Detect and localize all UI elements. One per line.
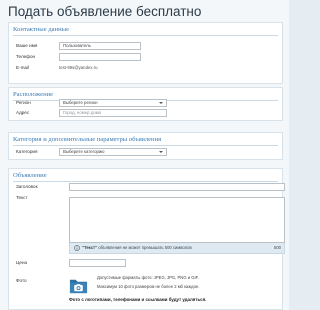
photo-label: Фото [16,278,27,283]
camera-folder-icon[interactable] [69,276,88,295]
text-counter: 500 [274,245,281,250]
address-row: Адрес Город, номер дома [9,109,282,119]
phone-input[interactable] [59,53,141,61]
ad-title-label: Заголовок [16,184,38,189]
name-input[interactable]: Пользователь [59,42,141,50]
phone-label: Телефон [16,54,36,59]
category-label: Категория [16,149,38,154]
ad-text-textarea[interactable] [69,197,285,243]
category-section-header: Категория и дополнительные параметры объ… [13,136,162,143]
location-section-header: Расположение [13,91,54,98]
region-row: Регион Выберите регион [9,99,282,109]
text-limit-note-rest: объявления не может превышать 500 символ… [97,245,192,250]
chevron-down-icon [159,102,163,104]
price-row: Цена [9,259,282,269]
location-section: Расположение Регион Выберите регион Адре… [8,87,283,121]
section-divider [13,181,278,182]
ad-section-header: Объявление [13,172,47,179]
address-label: Адрес [16,110,30,115]
photo-formats-hint: Допустимые форматы фото: JPEG, JPG, PNG … [97,275,199,280]
region-select-value: Выберите регион [63,100,98,105]
region-select[interactable]: Выберите регион [59,99,167,107]
price-input[interactable] [69,259,126,267]
text-counter-bar: "Текст" объявления не может превышать 50… [69,243,285,254]
contacts-section-header: Контактные данные [13,26,70,33]
category-select[interactable]: Выберите категорию [59,148,167,156]
ad-section: Объявление Заголовок Текст "Текст" объяв… [8,168,285,310]
ad-title-input[interactable] [69,183,285,191]
email-row: E-mail test-99s@yandex.ru [9,64,282,74]
ad-title-row: Заголовок [9,183,285,193]
ad-text-label: Текст [16,195,28,200]
category-section: Категория и дополнительные параметры объ… [8,132,283,160]
chevron-down-icon [159,151,163,153]
price-label: Цена [16,260,28,265]
section-divider [13,145,278,146]
name-label: Ваше имя [16,43,38,48]
photo-limit-hint: Максимум 10 фото размером не более 2 мб … [97,284,200,289]
contacts-section: Контактные данные Ваше имя Пользователь … [8,22,283,84]
ad-form-page: Подать объявление бесплатно Контактные д… [0,0,289,310]
page-title: Подать объявление бесплатно [8,4,202,19]
category-row: Категория Выберите категорию [9,148,282,158]
category-select-value: Выберите категорию [63,149,105,154]
phone-row: Телефон [9,53,282,63]
photo-warning: Фото с логотипами, телефонами и ссылками… [69,297,207,302]
text-limit-note: "Текст" объявления не может превышать 50… [82,245,192,250]
region-label: Регион [16,100,31,105]
email-value: test-99s@yandex.ru [59,65,98,70]
section-divider [13,35,278,36]
address-input[interactable]: Город, номер дома [59,109,167,117]
email-label: E-mail [16,65,30,70]
name-row: Ваше имя Пользователь [9,42,282,52]
info-icon [74,245,80,251]
text-limit-note-bold: "Текст" [82,245,98,250]
